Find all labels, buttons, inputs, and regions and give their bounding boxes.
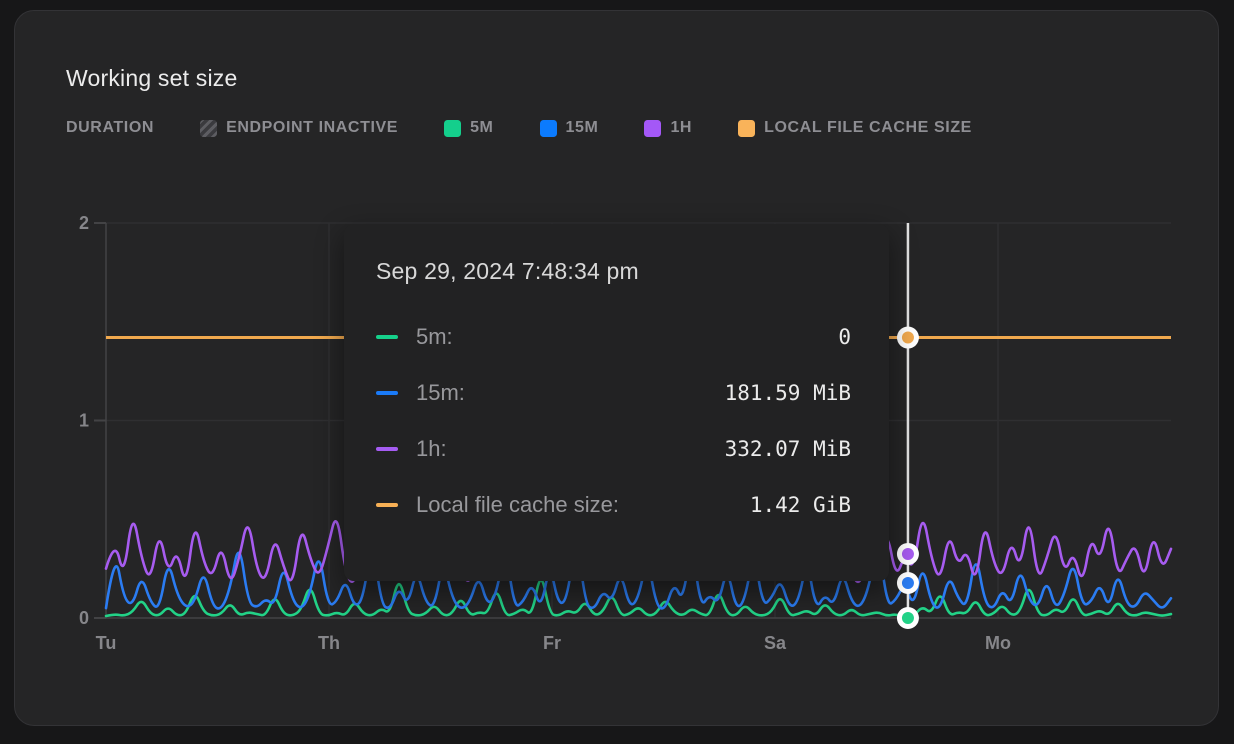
tooltip-rows: 5m: 0 15m: 181.59 MiB 1h: 332.07 MiB Loc… [376,325,851,517]
tooltip-row-value: 1.42 GiB [750,493,851,517]
tooltip-row-5m: 5m: 0 [376,325,851,349]
chart-area[interactable]: 0 1 2 Tu Th Fr Sa Mo Sep 29, 2024 7:48:34 pm 5m… [15,11,1218,725]
x-tick-label: Sa [764,633,787,653]
15m-dash-icon [376,391,398,396]
y-tick-label: 2 [79,213,89,233]
tooltip-row-label: Local file cache size: [416,492,619,518]
local-file-cache-dash-icon [376,503,398,508]
crosshair-dot-local-file-cache-size [902,332,914,344]
tooltip-row-label: 1h: [416,436,447,462]
x-tick-label: Tu [96,633,117,653]
tooltip-row-value: 181.59 MiB [725,381,851,405]
tooltip-row-value: 0 [838,325,851,349]
tooltip-row-label: 5m: [416,324,453,350]
y-tick-label: 1 [79,411,89,431]
chart-tooltip: Sep 29, 2024 7:48:34 pm 5m: 0 15m: 181.5… [344,224,889,581]
tooltip-timestamp: Sep 29, 2024 7:48:34 pm [376,258,851,285]
tooltip-row-value: 332.07 MiB [725,437,851,461]
tooltip-row-15m: 15m: 181.59 MiB [376,381,851,405]
x-tick-label: Th [318,633,340,653]
crosshair-dot-5m [902,612,914,624]
tooltip-row-label: 15m: [416,380,465,406]
5m-dash-icon [376,335,398,340]
tooltip-row-local-file-cache-size: Local file cache size: 1.42 GiB [376,493,851,517]
crosshair-dot-1h [902,548,914,560]
working-set-size-card: Working set size DURATION ENDPOINT INACT… [14,10,1219,726]
1h-dash-icon [376,447,398,452]
crosshair-dot-15m [902,577,914,589]
tooltip-row-1h: 1h: 332.07 MiB [376,437,851,461]
y-tick-label: 0 [79,608,89,628]
x-tick-label: Fr [543,633,561,653]
x-tick-label: Mo [985,633,1011,653]
